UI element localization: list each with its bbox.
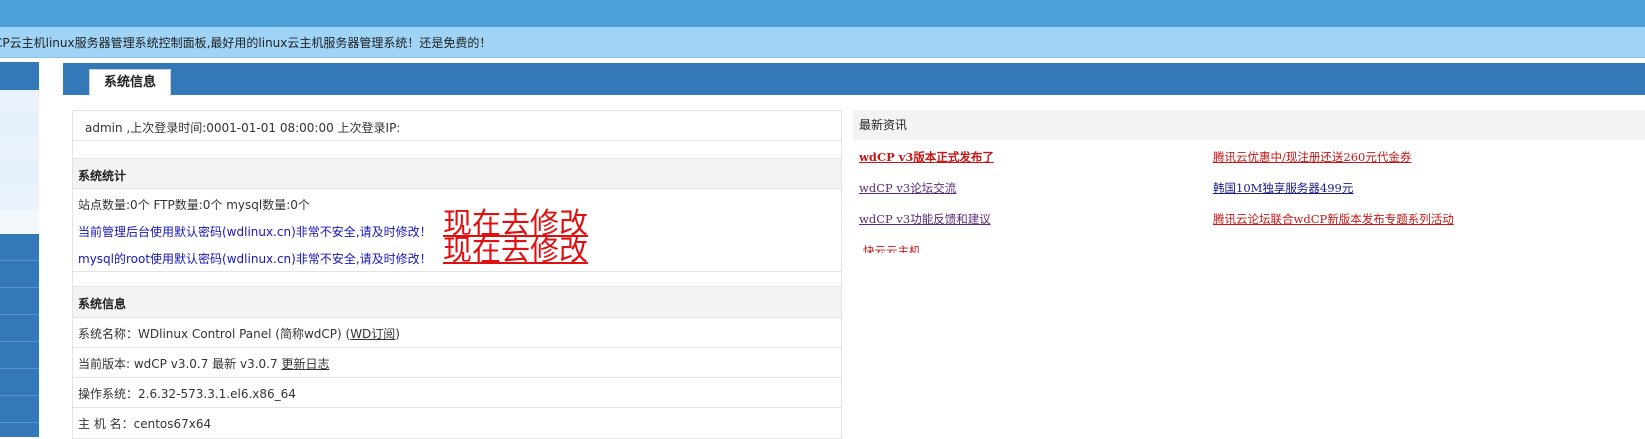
sidebar-item[interactable]: [0, 138, 39, 162]
sidebar-menu-group[interactable]: [0, 423, 39, 437]
news-link[interactable]: 韩国10M独享服务器499元: [1213, 180, 1353, 196]
sidebar-menu-group[interactable]: [0, 315, 39, 342]
wd-subscribe-link[interactable]: WD订阅: [350, 327, 395, 341]
info-panel: admin ,上次登录时间:0001-01-01 08:00:00 上次登录IP…: [72, 110, 842, 439]
login-info-row: admin ,上次登录时间:0001-01-01 08:00:00 上次登录IP…: [73, 111, 841, 140]
sidebar-menu-group[interactable]: [0, 234, 39, 261]
news-link[interactable]: wdCP v3版本正式发布了: [859, 149, 994, 165]
spacer-row: [73, 140, 841, 158]
hostname-value: 主 机 名：centos67x64: [78, 417, 212, 431]
stats-heading: 系统统计: [78, 169, 127, 183]
sysinfo-host-row: 主 机 名：centos67x64: [73, 407, 841, 439]
sysinfo-version-row: 当前版本: wdCP v3.0.7 最新 v3.0.7 更新日志: [73, 347, 841, 377]
news-link[interactable]: 腾讯云优惠中/现注册还送260元代金券: [1213, 149, 1411, 165]
news-heading: 最新资讯: [859, 118, 908, 132]
sidebar-menu-group[interactable]: [0, 261, 39, 288]
spacer-row: [73, 271, 841, 287]
system-name-value: 系统名称：WDlinux Control Panel (简称wdCP) (WD订…: [78, 325, 400, 342]
announcement-text: CP云主机linux服务器管理系统控制面板,最好用的linux云主机服务器管理系…: [0, 36, 492, 50]
sidebar-item[interactable]: [0, 186, 39, 210]
tab-system-info[interactable]: 系统信息: [89, 69, 171, 96]
sidebar-item[interactable]: [0, 210, 39, 234]
section-header-bar: 系统信息: [63, 63, 1645, 96]
os-value: 操作系统：2.6.32-573.3.1.el6.x86_64: [78, 387, 296, 401]
sysinfo-heading-row: 系统信息: [73, 286, 841, 317]
sidebar-menu-group[interactable]: [0, 342, 39, 369]
announcement-bar: CP云主机linux服务器管理系统控制面板,最好用的linux云主机服务器管理系…: [0, 27, 1645, 58]
news-link-clipped: 快云云主机: [863, 242, 983, 253]
sidebar-item[interactable]: [0, 114, 39, 138]
stats-body: 站点数量:0个 FTP数量:0个 mysql数量:0个 当前管理后台使用默认密码…: [73, 188, 841, 271]
news-link[interactable]: wdCP v3论坛交流: [859, 180, 956, 196]
news-heading-row: 最新资讯: [853, 110, 1645, 140]
version-value: 当前版本: wdCP v3.0.7 最新 v3.0.7 更新日志: [78, 355, 329, 372]
sidebar-item[interactable]: [0, 90, 39, 114]
sidebar-header: [0, 62, 39, 90]
mysql-password-warning: mysql的root使用默认密码(wdlinux.cn)非常不安全,请及时修改！: [78, 252, 432, 266]
version-label: 当前版本: wdCP v3.0.7 最新 v3.0.7: [78, 357, 282, 371]
news-link[interactable]: wdCP v3功能反馈和建议: [859, 211, 991, 227]
sidebar-menu-group[interactable]: [0, 369, 39, 396]
sidebar-menu-group[interactable]: [0, 288, 39, 315]
sysinfo-name-row: 系统名称：WDlinux Control Panel (简称wdCP) (WD订…: [73, 317, 841, 347]
changelog-link[interactable]: 更新日志: [281, 357, 329, 371]
system-name-suffix: ): [395, 327, 400, 341]
left-sidebar: [0, 62, 39, 437]
news-link[interactable]: 腾讯云论坛联合wdCP新版本发布专题系列活动: [1213, 211, 1454, 227]
news-link[interactable]: 快云云主机: [863, 243, 921, 253]
sidebar-item[interactable]: [0, 162, 39, 186]
sysinfo-os-row: 操作系统：2.6.32-573.3.1.el6.x86_64: [73, 377, 841, 407]
login-info-text: admin ,上次登录时间:0001-01-01 08:00:00 上次登录IP…: [85, 121, 401, 135]
system-name-label: 系统名称：WDlinux Control Panel (简称wdCP) (: [78, 327, 351, 341]
top-header-bar: [0, 0, 1645, 27]
stats-heading-row: 系统统计: [73, 158, 841, 188]
admin-password-warning: 当前管理后台使用默认密码(wdlinux.cn)非常不安全,请及时修改！: [78, 225, 432, 239]
sysinfo-heading: 系统信息: [78, 297, 127, 311]
stats-counts: 站点数量:0个 FTP数量:0个 mysql数量:0个: [78, 198, 310, 212]
fix-mysql-password-link[interactable]: 现在去修改: [443, 235, 588, 265]
sidebar-menu-group[interactable]: [0, 396, 39, 423]
